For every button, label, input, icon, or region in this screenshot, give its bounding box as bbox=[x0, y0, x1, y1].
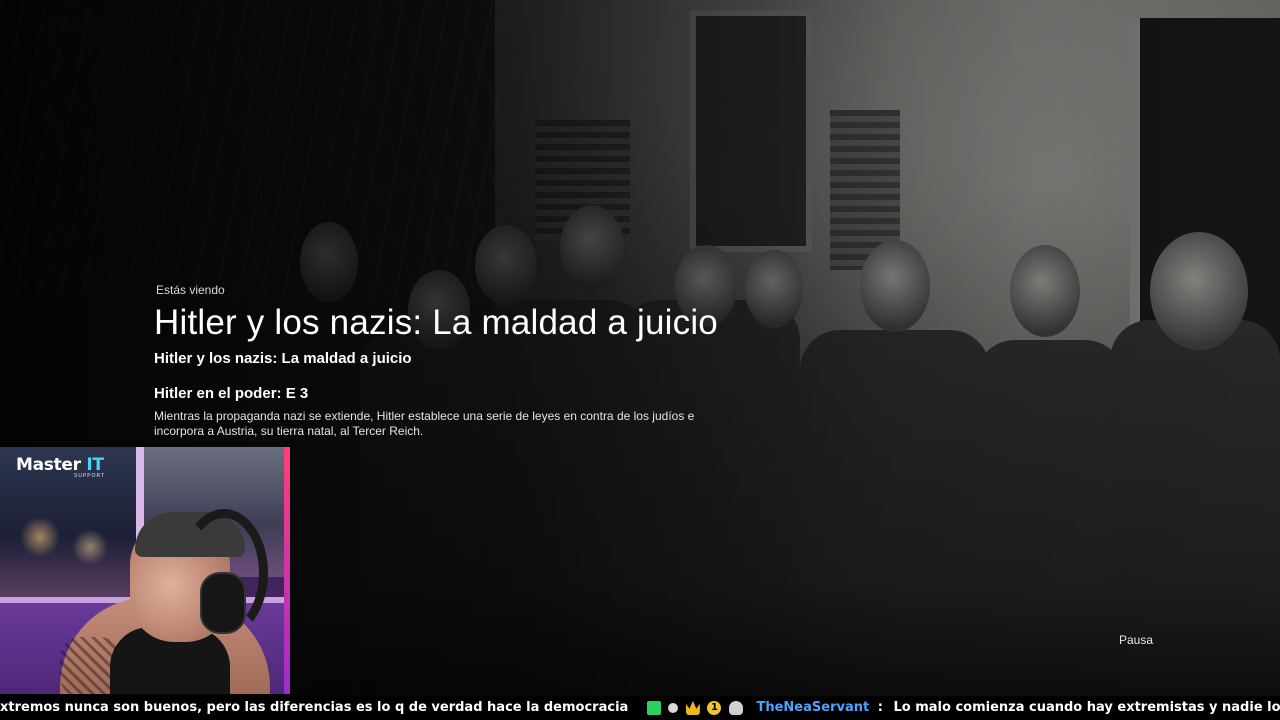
moon-badge-icon bbox=[668, 703, 679, 713]
episode-synopsis: Mientras la propaganda nazi se extiende,… bbox=[154, 409, 695, 438]
headset-icon bbox=[200, 572, 246, 634]
episode-title: Hitler en el poder: E 3 bbox=[154, 385, 309, 402]
logo-brand: Master bbox=[16, 455, 81, 475]
kick-badge-icon bbox=[646, 701, 661, 715]
user-badges: 1 bbox=[646, 696, 746, 720]
now-playing-info: Estás viendo Hitler y los nazis: La mald… bbox=[154, 283, 774, 439]
one-month-badge-icon: 1 bbox=[707, 701, 722, 715]
chat-ticker: xtremos nunca son buenos, pero las difer… bbox=[0, 696, 1280, 720]
avatar-badge-icon bbox=[728, 701, 743, 715]
video-player[interactable]: Estás viendo Hitler y los nazis: La mald… bbox=[0, 0, 1280, 720]
cam-border-accent bbox=[284, 447, 290, 694]
chat-username[interactable]: TheNeaServant bbox=[756, 696, 869, 720]
chat-separator: : bbox=[877, 700, 883, 715]
logo-tagline: SUPPORT bbox=[74, 473, 106, 479]
ticker-previous-message: xtremos nunca son buenos, pero las difer… bbox=[0, 700, 629, 715]
pause-label: Pausa bbox=[1119, 633, 1154, 647]
series-title: Hitler y los nazis: La maldad a juicio bbox=[154, 350, 412, 367]
watching-label: Estás viendo bbox=[156, 283, 225, 297]
crown-badge-icon bbox=[685, 701, 700, 715]
master-it-logo: Master IT SUPPORT bbox=[16, 455, 105, 479]
chat-message: Lo malo comienza cuando hay extremistas … bbox=[893, 700, 1280, 715]
show-title: Hitler y los nazis: La maldad a juicio bbox=[154, 303, 718, 342]
webcam-overlay bbox=[0, 447, 290, 694]
logo-accent: IT bbox=[86, 455, 104, 475]
